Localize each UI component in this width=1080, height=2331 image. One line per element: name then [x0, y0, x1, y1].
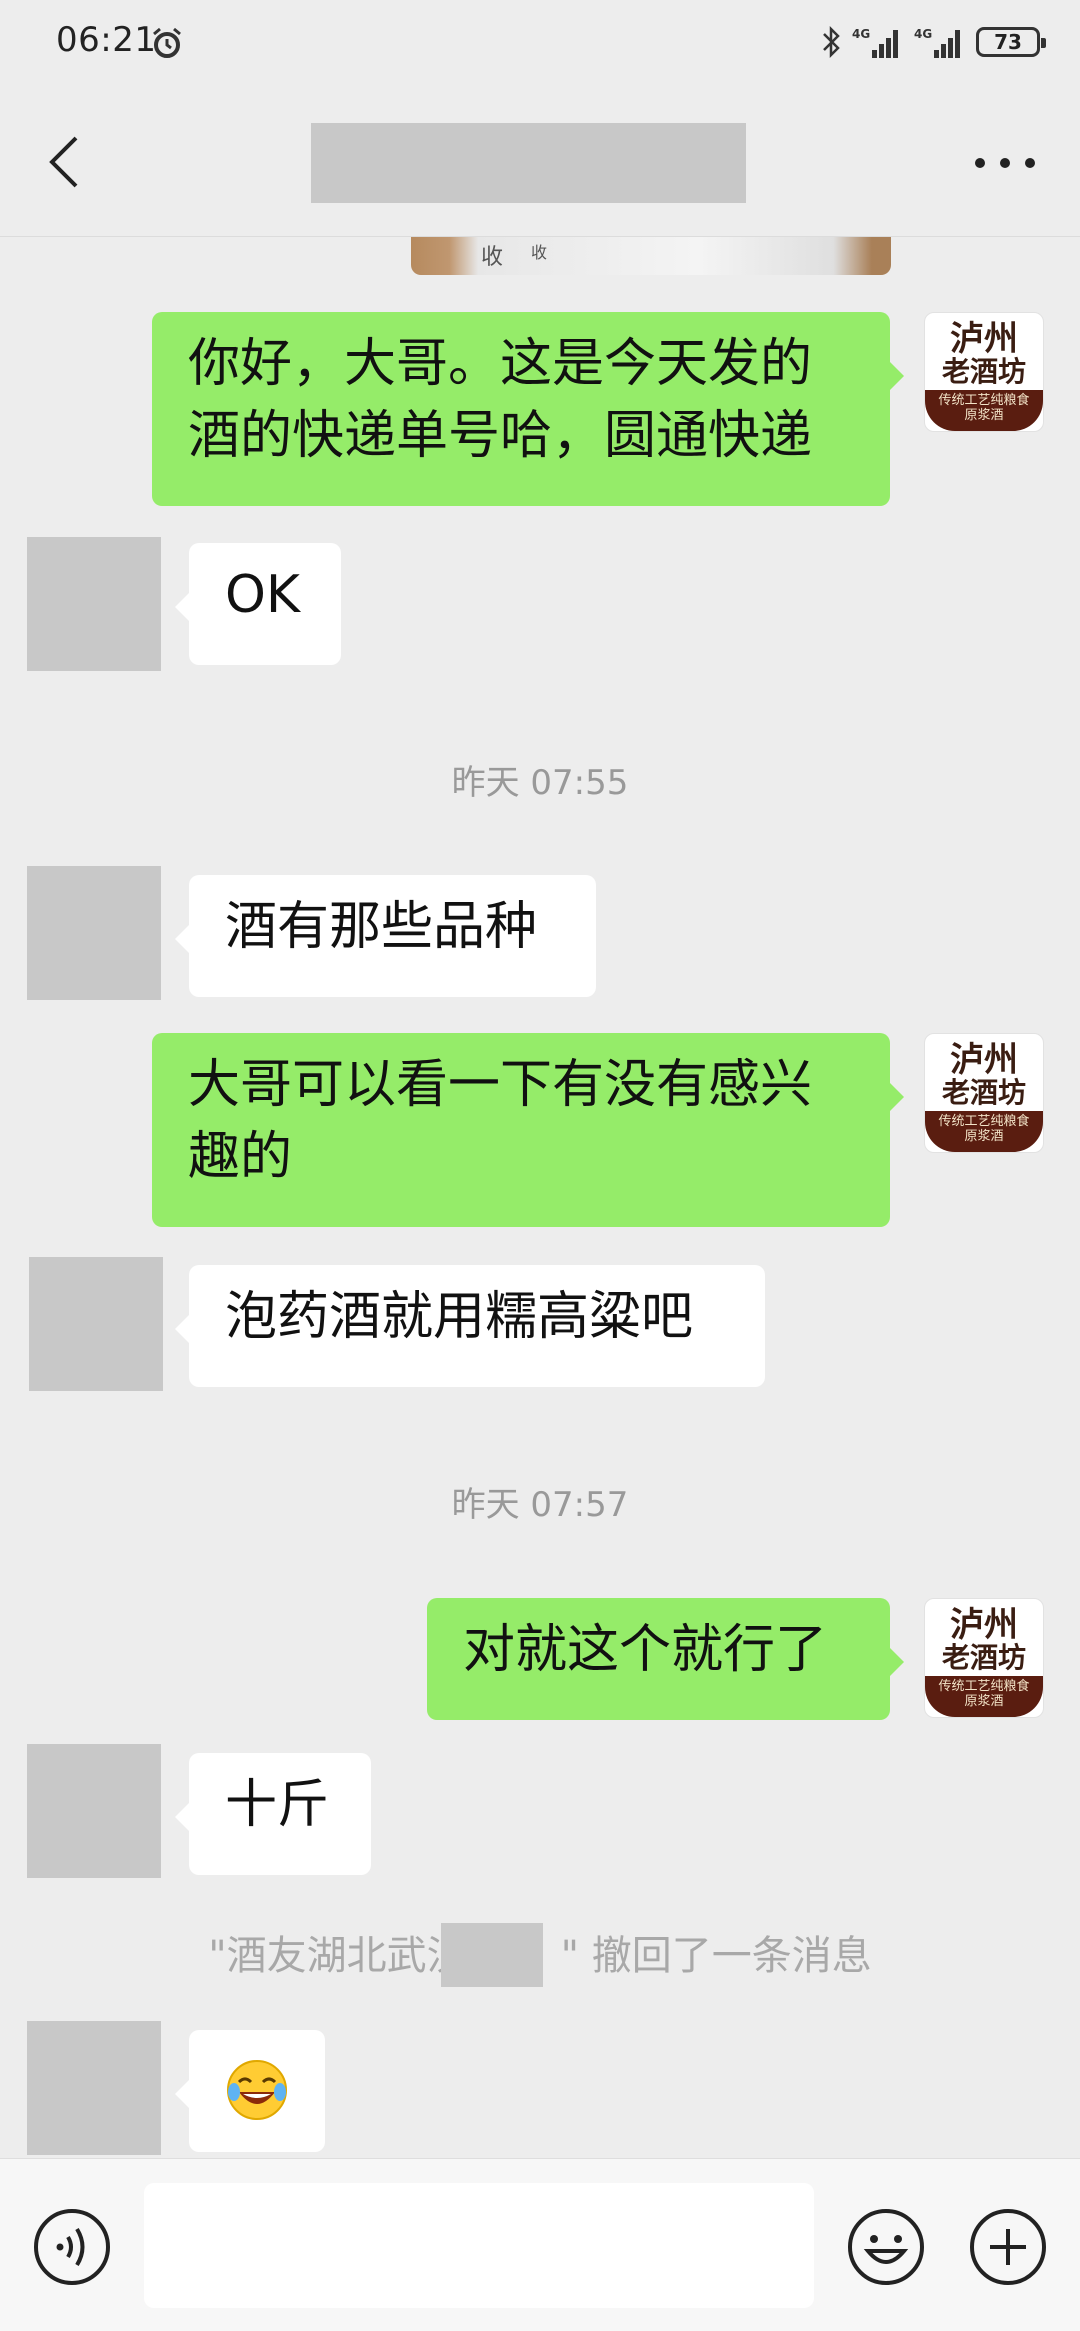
message-list[interactable]: 收 收 你好，大哥。这是今天发的酒的快递单号哈，圆通快递 泸州 老酒坊 传统工艺… [0, 237, 1080, 2158]
avatar-contact[interactable] [27, 2021, 161, 2155]
image-peek-text: 收 [481, 245, 504, 270]
brand-tagline-1: 传统工艺纯粮食 [938, 1114, 1030, 1129]
svg-text:4G: 4G [914, 27, 932, 41]
status-indicators: 4G 4G 73 [820, 22, 1046, 62]
signal-icon-2: 4G [914, 27, 960, 58]
brand-tagline-1: 传统工艺纯粮食 [938, 393, 1030, 408]
message-text: 你好，大哥。这是今天发的酒的快递单号哈，圆通快递 [188, 334, 813, 466]
chat-screen: 06:21 4G 4G 73 收 收 你好，大哥。这是今天发的酒的快递单号哈，圆… [0, 0, 1080, 2331]
alarm-icon [153, 27, 181, 58]
image-message-peek[interactable]: 收 收 [411, 237, 891, 275]
message-input[interactable] [144, 2183, 814, 2308]
brand-subname: 老酒坊 [941, 1641, 1026, 1674]
message-bubble-received[interactable]: 十斤 [175, 1753, 371, 1875]
brand-tagline-1: 传统工艺纯粮食 [938, 1679, 1030, 1694]
avatar-self[interactable]: 泸州 老酒坊 传统工艺纯粮食 原浆酒 [924, 1598, 1044, 1718]
brand-tagline-2: 原浆酒 [964, 1694, 1004, 1709]
message-text: 十斤 [225, 1775, 330, 1835]
message-bubble-received[interactable] [175, 2030, 325, 2152]
avatar-self[interactable]: 泸州 老酒坊 传统工艺纯粮食 原浆酒 [924, 312, 1044, 432]
nav-bar [0, 88, 1080, 237]
avatar-contact[interactable] [29, 1257, 163, 1391]
message-text: 大哥可以看一下有没有感兴趣的 [188, 1055, 813, 1187]
message-bubble-sent[interactable]: 你好，大哥。这是今天发的酒的快递单号哈，圆通快递 [152, 312, 904, 506]
avatar-contact[interactable] [27, 537, 161, 671]
message-text: OK [225, 565, 301, 625]
brand-tagline: 传统工艺纯粮食 原浆酒 [925, 1676, 1043, 1717]
message-bubble-received[interactable]: 酒有那些品种 [175, 875, 596, 997]
timestamp: 昨天 07:57 [451, 1485, 629, 1525]
brand-tagline: 传统工艺纯粮食 原浆酒 [925, 390, 1043, 431]
brand-name: 泸州 [950, 1605, 1018, 1645]
message-bubble-sent[interactable]: 对就这个就行了 [427, 1598, 904, 1720]
laughing-tears-emoji-icon [227, 2060, 287, 2120]
plus-icon[interactable] [968, 2207, 1048, 2287]
brand-tagline-2: 原浆酒 [964, 408, 1004, 423]
message-bubble-received[interactable]: OK [175, 543, 341, 665]
chat-title-redacted [311, 123, 746, 203]
voice-icon[interactable] [32, 2207, 112, 2287]
recall-text-right: " 撤回了一条消息 [560, 1933, 872, 1979]
brand-name: 泸州 [950, 319, 1018, 359]
brand-name: 泸州 [950, 1040, 1018, 1080]
brand-tagline: 传统工艺纯粮食 原浆酒 [925, 1111, 1043, 1152]
avatar-self[interactable]: 泸州 老酒坊 传统工艺纯粮食 原浆酒 [924, 1033, 1044, 1153]
signal-icon: 4G [852, 27, 898, 58]
avatar-contact[interactable] [27, 1744, 161, 1878]
battery-level: 73 [994, 30, 1022, 54]
input-bar [0, 2158, 1080, 2331]
status-bar: 06:21 4G 4G 73 [0, 0, 1080, 88]
brand-tagline-2: 原浆酒 [964, 1129, 1004, 1144]
back-button[interactable] [40, 130, 90, 194]
recall-text-left: "酒友湖北武汉 [208, 1933, 467, 1979]
battery-icon: 73 [976, 27, 1046, 57]
message-text: 酒有那些品种 [225, 897, 538, 957]
emoji-icon[interactable] [846, 2207, 926, 2287]
image-peek-text-2: 收 [531, 243, 548, 262]
status-time: 06:21 [56, 20, 157, 60]
recall-name-redacted [441, 1923, 543, 1987]
message-text: 对就这个就行了 [463, 1620, 828, 1680]
message-text: 泡药酒就用糯高粱吧 [225, 1287, 694, 1347]
brand-subname: 老酒坊 [941, 1076, 1026, 1109]
svg-text:4G: 4G [852, 27, 870, 41]
timestamp: 昨天 07:55 [451, 763, 629, 803]
message-bubble-sent[interactable]: 大哥可以看一下有没有感兴趣的 [152, 1033, 904, 1227]
message-bubble-received[interactable]: 泡药酒就用糯高粱吧 [175, 1265, 765, 1387]
more-dots-icon[interactable] [970, 138, 1040, 188]
avatar-contact[interactable] [27, 866, 161, 1000]
brand-subname: 老酒坊 [941, 355, 1026, 388]
bluetooth-icon [823, 25, 840, 59]
